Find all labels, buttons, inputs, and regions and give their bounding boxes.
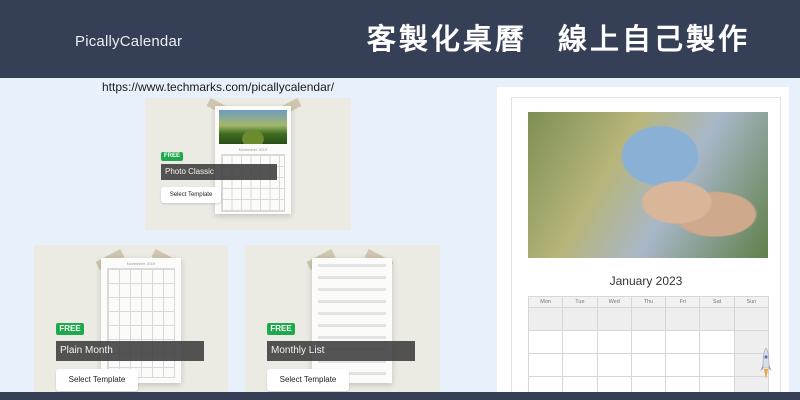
day-cell bbox=[666, 331, 701, 354]
select-template-button[interactable]: Select Template bbox=[161, 187, 221, 203]
template-name: Photo Classic bbox=[161, 164, 277, 180]
calendar-page: January 2023 Mon Tue Wed Thu Fri Sat Sun bbox=[511, 97, 781, 400]
free-badge: FREE bbox=[56, 323, 84, 335]
template-name: Plain Month bbox=[56, 341, 204, 361]
bottom-bar bbox=[0, 392, 800, 400]
day-cell bbox=[631, 354, 667, 377]
weekday-header: Fri bbox=[666, 297, 701, 308]
sheet-grid bbox=[221, 154, 285, 212]
calendar-sheet: November 2019 bbox=[101, 258, 181, 383]
brand-logo-text[interactable]: PicallyCalendar bbox=[75, 33, 182, 50]
rocket-icon bbox=[760, 347, 772, 379]
landscape-photo bbox=[219, 110, 287, 144]
baby-feet-photo bbox=[528, 112, 768, 258]
day-cell bbox=[529, 308, 564, 331]
day-cell bbox=[666, 308, 701, 331]
weekday-header: Tue bbox=[563, 297, 598, 308]
calendar-sheet: November 2019 bbox=[215, 106, 291, 214]
day-cell bbox=[734, 308, 769, 331]
day-cell bbox=[597, 331, 632, 354]
day-cell bbox=[631, 331, 667, 354]
day-cell bbox=[563, 331, 598, 354]
month-title: January 2023 bbox=[609, 274, 683, 288]
sheet-title: November 2019 bbox=[238, 147, 268, 152]
calendar-sheet bbox=[312, 258, 392, 383]
day-cell bbox=[631, 308, 667, 331]
sheet-title: November 2019 bbox=[126, 261, 156, 266]
weekday-header: Sun bbox=[734, 297, 769, 308]
headline: 客製化桌曆 線上自己製作 bbox=[366, 22, 750, 56]
weekday-header: Sat bbox=[700, 297, 735, 308]
calendar-preview: January 2023 Mon Tue Wed Thu Fri Sat Sun bbox=[497, 87, 789, 400]
weekday-header: Wed bbox=[597, 297, 632, 308]
day-cell bbox=[597, 308, 632, 331]
day-cell bbox=[700, 354, 735, 377]
day-cell bbox=[700, 308, 735, 331]
day-cell bbox=[666, 354, 701, 377]
day-cell bbox=[597, 354, 632, 377]
free-badge: FREE bbox=[161, 152, 183, 161]
url-caption: https://www.techmarks.com/picallycalenda… bbox=[100, 80, 337, 94]
free-badge: FREE bbox=[267, 323, 295, 335]
select-template-button[interactable]: Select Template bbox=[267, 369, 349, 391]
day-cell bbox=[563, 354, 598, 377]
select-template-button[interactable]: Select Template bbox=[56, 369, 138, 391]
day-cell bbox=[529, 331, 564, 354]
template-card-plain-month[interactable]: November 2019 FREE Plain Month Select Te… bbox=[34, 245, 228, 392]
template-card-monthly-list[interactable]: FREE Monthly List Select Template bbox=[245, 245, 440, 392]
weekday-header: Mon bbox=[529, 297, 564, 308]
calendar-grid: Mon Tue Wed Thu Fri Sat Sun bbox=[528, 296, 769, 400]
day-cell bbox=[700, 331, 735, 354]
weekday-header: Thu bbox=[631, 297, 667, 308]
top-banner: PicallyCalendar 客製化桌曆 線上自己製作 bbox=[0, 0, 800, 78]
template-name: Monthly List bbox=[267, 341, 415, 361]
day-cell bbox=[563, 308, 598, 331]
day-cell bbox=[529, 354, 564, 377]
sheet-grid bbox=[107, 268, 175, 378]
template-card-photo-classic[interactable]: November 2019 FREE Photo Classic Select … bbox=[145, 98, 351, 230]
